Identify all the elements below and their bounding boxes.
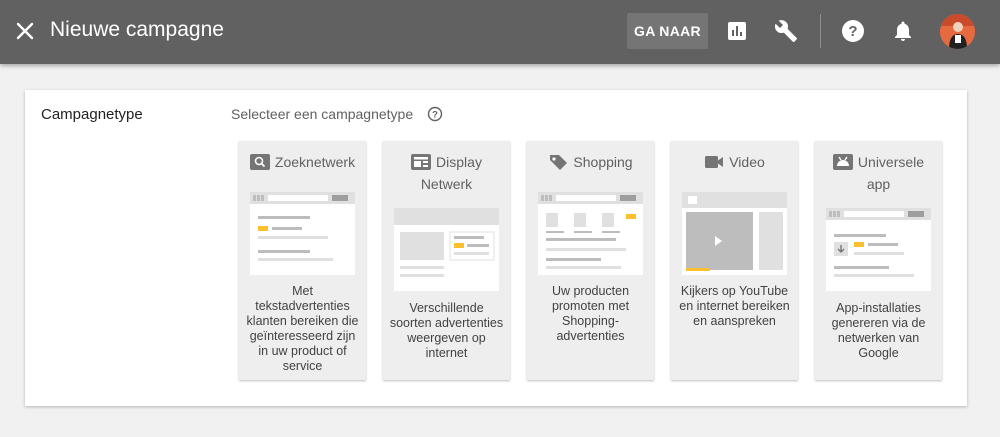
option-description: Met tekstadvertenties klanten bereiken d… (246, 284, 359, 373)
goto-button[interactable]: GA NAAR (627, 13, 708, 49)
help-icon[interactable]: ? (841, 19, 865, 43)
option-title: Universele app (815, 151, 942, 195)
option-shopping[interactable]: Shopping Uw producten promoten met Shopp… (527, 141, 654, 380)
option-video[interactable]: Video Kijkers op YouTube en internet ber… (671, 141, 798, 380)
svg-text:?: ? (432, 110, 438, 121)
option-description: Uw producten promoten met Shopping-adver… (551, 284, 630, 343)
section-label: Campagnetype (41, 106, 143, 123)
notifications-icon[interactable] (891, 19, 915, 43)
option-description: App-installaties genereren via de netwer… (831, 301, 926, 360)
search-ad-illustration (250, 192, 355, 275)
option-title: Shopping (527, 151, 654, 173)
tag-icon (548, 154, 568, 170)
campaign-type-prompt: Selecteer een campagnetype (231, 106, 414, 122)
page-title: Nieuwe campagne (50, 18, 224, 41)
option-description: Verschillende soorten advertenties weerg… (389, 301, 504, 360)
toolbar-divider (820, 14, 821, 48)
help-circle-icon[interactable]: ? (427, 106, 443, 122)
reports-icon[interactable] (725, 19, 749, 43)
option-title: Video (671, 151, 798, 173)
app-icon (832, 154, 853, 170)
campaign-type-panel: Campagnetype Selecteer een campagnetype … (25, 90, 967, 406)
close-icon[interactable] (13, 19, 37, 43)
shopping-ad-illustration (538, 192, 643, 275)
option-universal-app[interactable]: Universele app App-installaties generere… (815, 141, 942, 380)
tools-icon[interactable] (774, 19, 798, 43)
video-icon (704, 154, 724, 170)
display-ad-illustration (394, 208, 499, 291)
option-title: Display Netwerk (383, 151, 510, 195)
svg-text:?: ? (848, 23, 857, 40)
option-display[interactable]: Display Netwerk Verschillende soorten ad… (383, 141, 510, 380)
option-search[interactable]: Zoeknetwerk Met tekstadvertenties klante… (239, 141, 366, 380)
display-icon (411, 154, 432, 170)
avatar[interactable] (940, 14, 975, 49)
option-description: Kijkers op YouTube en internet bereiken … (679, 284, 790, 328)
search-icon (249, 154, 270, 170)
app-ad-illustration (826, 208, 931, 291)
option-title: Zoeknetwerk (239, 151, 366, 173)
video-ad-illustration (682, 192, 787, 275)
top-bar: Nieuwe campagne GA NAAR ? (0, 0, 1000, 64)
